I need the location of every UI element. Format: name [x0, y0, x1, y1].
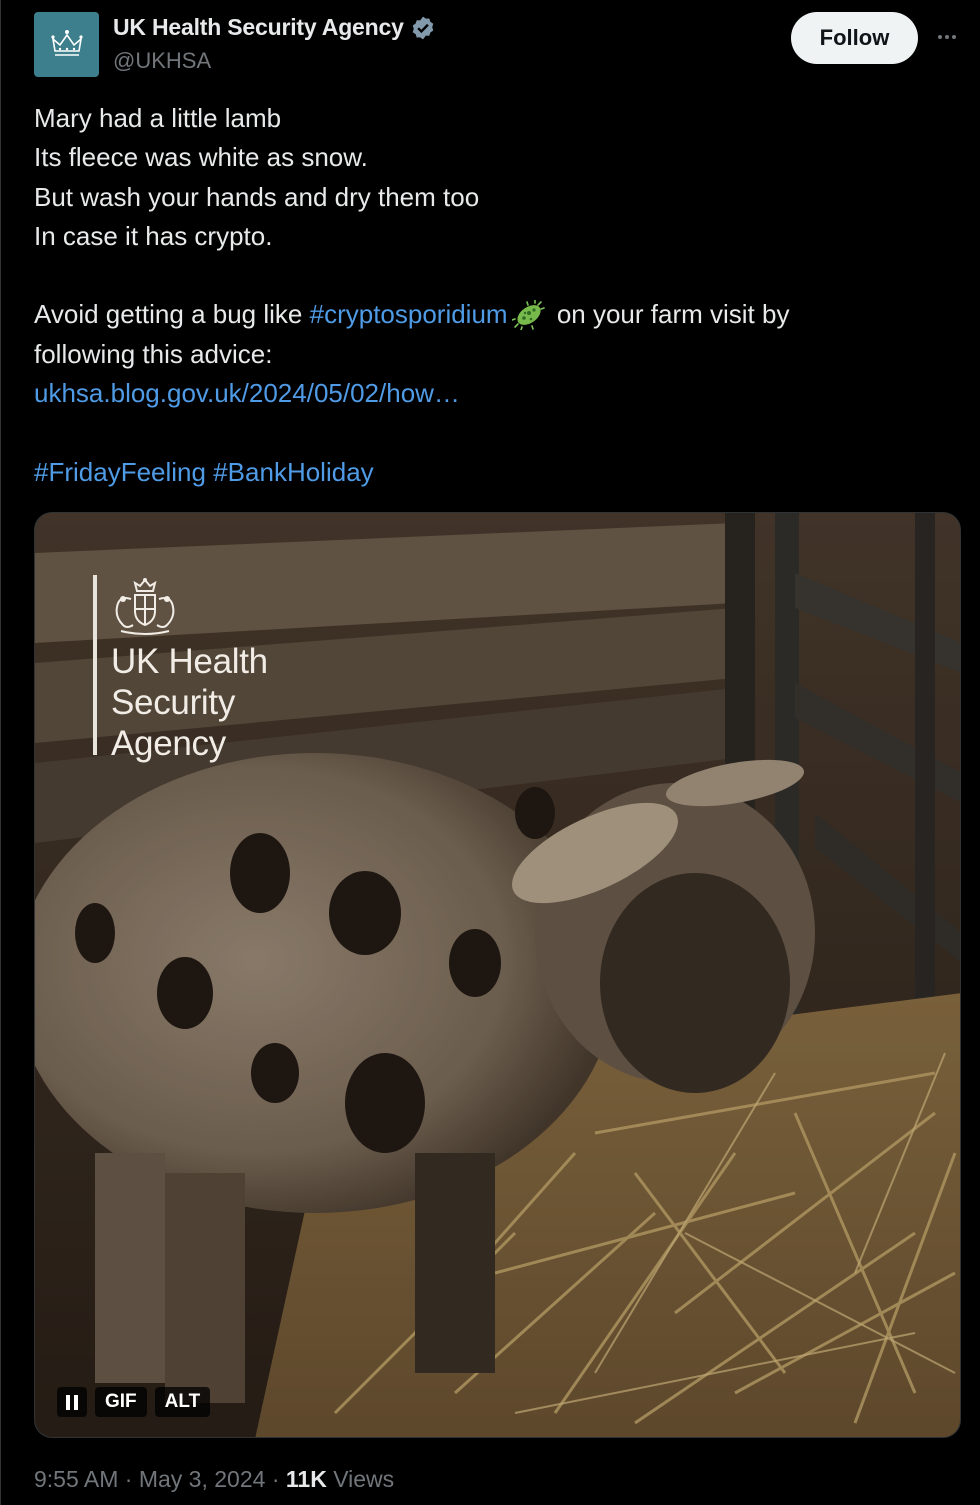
- logo-text-line-3: Agency: [111, 724, 226, 763]
- hashtag-cryptosporidium[interactable]: #cryptosporidium: [310, 299, 508, 329]
- tweet-text: Mary had a little lamb Its fleece was wh…: [34, 99, 944, 492]
- views-label: Views: [333, 1466, 395, 1492]
- media-gif[interactable]: UK Health Security Agency GIF ALT: [34, 512, 961, 1438]
- crown-icon: [50, 29, 83, 56]
- hashtag-bank-holiday[interactable]: #BankHoliday: [213, 457, 373, 487]
- royal-crest-icon: [115, 578, 175, 635]
- microbe-icon: [511, 300, 545, 331]
- advice-line-2: following this advice:: [34, 338, 273, 369]
- blog-link[interactable]: ukhsa.blog.gov.uk/2024/05/02/how…: [34, 374, 944, 413]
- tweet-line-3: But wash your hands and dry them too: [34, 181, 480, 212]
- pause-icon[interactable]: [57, 1387, 87, 1417]
- meta-separator-2: ·: [271, 1466, 280, 1492]
- meta-separator: ·: [124, 1466, 133, 1492]
- advice-prefix: Avoid getting a bug like: [34, 299, 310, 330]
- display-name[interactable]: UK Health Security Agency: [113, 14, 404, 41]
- logo-text: UK Health Security Agency: [111, 641, 331, 764]
- post-meta: 9:55 AM · May 3, 2024 · 11K Views: [34, 1466, 394, 1493]
- logo-text-line-2: Security: [111, 683, 236, 722]
- hashtag-friday-feeling[interactable]: #FridayFeeling: [34, 457, 206, 487]
- gif-badge: GIF: [95, 1387, 147, 1417]
- tweet-post: UK Health Security Agency @UKHSA Follow …: [0, 0, 980, 1505]
- advice-suffix: on your farm visit by: [549, 299, 790, 330]
- advice-line: Avoid getting a bug like #cryptosporidiu…: [34, 295, 944, 334]
- post-date[interactable]: May 3, 2024: [139, 1466, 266, 1492]
- logo-text-line-1: UK Health: [111, 642, 268, 681]
- avatar[interactable]: [34, 12, 99, 77]
- more-options-icon[interactable]: [927, 22, 967, 52]
- tweet-line-4: In case it has crypto.: [34, 220, 273, 251]
- hashtag-row: #FridayFeeling #BankHoliday: [34, 453, 944, 492]
- verified-badge-icon[interactable]: [410, 15, 436, 41]
- follow-button[interactable]: Follow: [791, 12, 918, 64]
- logo-divider: [93, 575, 97, 755]
- post-time[interactable]: 9:55 AM: [34, 1466, 118, 1492]
- name-row: UK Health Security Agency: [113, 14, 436, 41]
- views-count[interactable]: 11K: [286, 1466, 327, 1492]
- tweet-line-1: Mary had a little lamb: [34, 103, 282, 133]
- alt-text-button[interactable]: ALT: [154, 1387, 211, 1417]
- tweet-line-2: Its fleece was white as snow.: [34, 142, 368, 173]
- account-handle[interactable]: @UKHSA: [113, 48, 211, 74]
- media-controls: GIF ALT: [57, 1387, 211, 1417]
